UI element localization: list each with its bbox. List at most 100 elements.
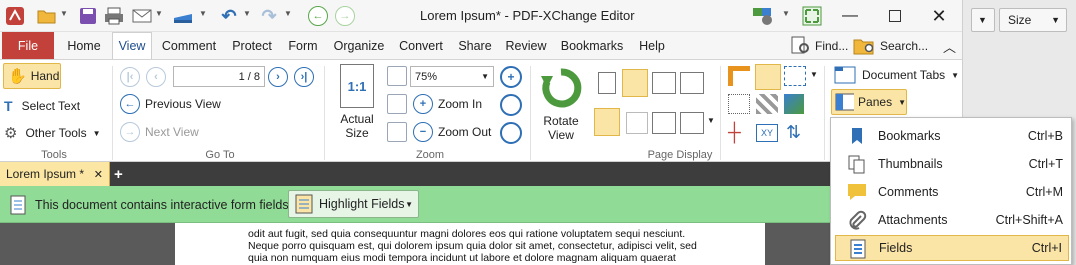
close-tab-icon[interactable]: ✕ xyxy=(94,168,103,181)
scan-dropdown-icon[interactable]: ▼ xyxy=(199,9,207,18)
customize-dropdown-icon[interactable]: ▼ xyxy=(782,9,790,18)
menu-bar: File Home View Comment Protect Form Orga… xyxy=(0,32,962,59)
tab-help[interactable]: Help xyxy=(634,32,670,59)
tab-comment[interactable]: Comment xyxy=(158,32,220,59)
search-button[interactable]: Search... xyxy=(853,35,928,57)
bg-dropdown[interactable]: ▼ xyxy=(971,8,995,32)
document-tabs-button[interactable]: Document Tabs ▼ xyxy=(831,62,961,88)
menu-item-thumbnails[interactable]: Thumbnails Ctrl+T xyxy=(835,151,1069,177)
rulers-icon[interactable] xyxy=(728,66,750,86)
back-nav-icon[interactable]: ← xyxy=(307,5,329,27)
tab-file[interactable]: File xyxy=(2,32,54,59)
previous-view-icon: ← xyxy=(120,94,140,114)
continuous-page-icon[interactable] xyxy=(622,69,648,97)
minimize-button[interactable]: — xyxy=(839,5,861,27)
transparency-grid-icon[interactable] xyxy=(756,94,778,114)
highlight-fields-button[interactable]: Highlight Fields ▼ xyxy=(288,190,419,218)
actual-size-button[interactable]: 1:1 Actual Size xyxy=(334,64,380,140)
split-view-icon[interactable] xyxy=(594,108,620,136)
page-number-input[interactable]: 1 / 8 xyxy=(173,66,265,87)
hand-icon: ✋ xyxy=(8,68,27,85)
tab-form[interactable]: Form xyxy=(284,32,322,59)
redo-dropdown-icon[interactable]: ▼ xyxy=(284,9,292,18)
customize-icon[interactable] xyxy=(752,5,774,27)
open-dropdown-icon[interactable]: ▼ xyxy=(60,9,68,18)
tab-bookmarks[interactable]: Bookmarks xyxy=(556,32,628,59)
open-folder-icon[interactable] xyxy=(36,5,58,27)
menu-item-label: Bookmarks xyxy=(878,129,941,143)
email-dropdown-icon[interactable]: ▼ xyxy=(155,9,163,18)
loupe-icon[interactable] xyxy=(500,122,522,144)
chevron-down-icon: ▼ xyxy=(951,70,960,80)
menu-item-shortcut: Ctrl+T xyxy=(1028,157,1063,171)
next-page-icon[interactable]: › xyxy=(268,67,288,87)
fit-visible-icon[interactable] xyxy=(387,122,407,142)
menu-item-bookmarks[interactable]: Bookmarks Ctrl+B xyxy=(835,123,1069,149)
tab-organize[interactable]: Organize xyxy=(330,32,388,59)
tile-view-icon[interactable] xyxy=(626,112,648,134)
undo-dropdown-icon[interactable]: ▼ xyxy=(243,9,251,18)
tab-review[interactable]: Review xyxy=(504,32,548,59)
hand-tool-button[interactable]: ✋ Hand xyxy=(3,63,61,89)
menu-item-comments[interactable]: Comments Ctrl+M xyxy=(835,179,1069,205)
facing-continuous-icon[interactable] xyxy=(680,72,704,94)
menu-item-fields[interactable]: Fields Ctrl+I xyxy=(835,235,1069,261)
measure-icon[interactable]: ⇅ xyxy=(786,122,801,143)
tab-protect[interactable]: Protect xyxy=(228,32,276,59)
coordinates-icon[interactable]: XY xyxy=(756,124,778,142)
menu-item-attachments[interactable]: Attachments Ctrl+Shift+A xyxy=(835,207,1069,233)
size-dropdown[interactable]: Size ▼ xyxy=(999,8,1067,32)
forward-nav-icon[interactable]: → xyxy=(334,5,356,27)
fit-width-icon[interactable] xyxy=(387,94,407,114)
scan-icon[interactable] xyxy=(172,5,194,27)
chevron-down-icon[interactable]: ▼ xyxy=(707,116,715,125)
cover-page-icon[interactable] xyxy=(652,112,676,134)
menu-item-label: Thumbnails xyxy=(878,157,943,171)
last-page-icon[interactable]: ›| xyxy=(294,67,314,87)
grid-icon[interactable] xyxy=(784,66,806,86)
find-button[interactable]: Find... xyxy=(790,35,848,57)
zoom-out-button[interactable]: − Zoom Out xyxy=(413,121,491,143)
new-tab-icon[interactable]: + xyxy=(114,166,123,183)
other-tools-button[interactable]: ⚙ Other Tools ▼ xyxy=(4,122,101,144)
previous-view-button[interactable]: ← Previous View xyxy=(120,93,221,115)
page-display-group-label: Page Display xyxy=(647,149,713,161)
tab-home[interactable]: Home xyxy=(62,32,106,59)
save-icon[interactable] xyxy=(77,5,99,27)
chevron-down-icon[interactable]: ▼ xyxy=(810,70,818,79)
tab-convert[interactable]: Convert xyxy=(396,32,446,59)
document-tab[interactable]: Lorem Ipsum * ✕ xyxy=(0,162,110,186)
close-button[interactable]: ✕ xyxy=(928,5,950,27)
first-page-icon[interactable]: |‹ xyxy=(120,67,140,87)
email-icon[interactable] xyxy=(131,5,153,27)
separator xyxy=(324,66,325,160)
collapse-ribbon-icon[interactable]: ︿ xyxy=(943,37,956,56)
select-text-button[interactable]: T Select Text xyxy=(4,95,80,117)
prev-page-icon[interactable]: ‹ xyxy=(146,67,166,87)
fullscreen-icon[interactable] xyxy=(801,5,823,27)
guides-icon[interactable] xyxy=(755,64,781,90)
maximize-button[interactable] xyxy=(884,5,906,27)
facing-pages-icon[interactable] xyxy=(652,72,676,94)
snap-icon[interactable] xyxy=(728,94,750,114)
zoom-level-input[interactable]: 75% ▼ xyxy=(410,66,494,87)
zoom-in-button[interactable]: + Zoom In xyxy=(413,93,482,115)
zoom-in-magnifier-icon[interactable]: + xyxy=(500,66,522,88)
next-view-button[interactable]: → Next View xyxy=(120,121,199,143)
single-page-icon[interactable] xyxy=(598,72,616,94)
chevron-down-icon: ▼ xyxy=(481,72,489,81)
rotate-view-button[interactable]: Rotate View xyxy=(537,66,585,142)
print-icon[interactable] xyxy=(103,5,125,27)
redo-icon[interactable]: ↷ xyxy=(258,5,280,27)
fit-page-icon[interactable] xyxy=(387,66,407,86)
menu-item-shortcut: Ctrl+B xyxy=(1027,129,1063,143)
zoom-in-label: Zoom In xyxy=(438,97,483,111)
tab-share[interactable]: Share xyxy=(454,32,496,59)
undo-icon[interactable]: ↶ xyxy=(218,5,240,27)
color-icon[interactable] xyxy=(784,94,804,114)
panes-button[interactable]: Panes ▼ xyxy=(831,89,907,115)
book-view-icon[interactable] xyxy=(680,112,704,134)
zoom-tool-icon[interactable] xyxy=(500,94,522,116)
crosshair-icon[interactable]: ┼ xyxy=(728,122,741,143)
tab-view[interactable]: View xyxy=(112,32,152,59)
